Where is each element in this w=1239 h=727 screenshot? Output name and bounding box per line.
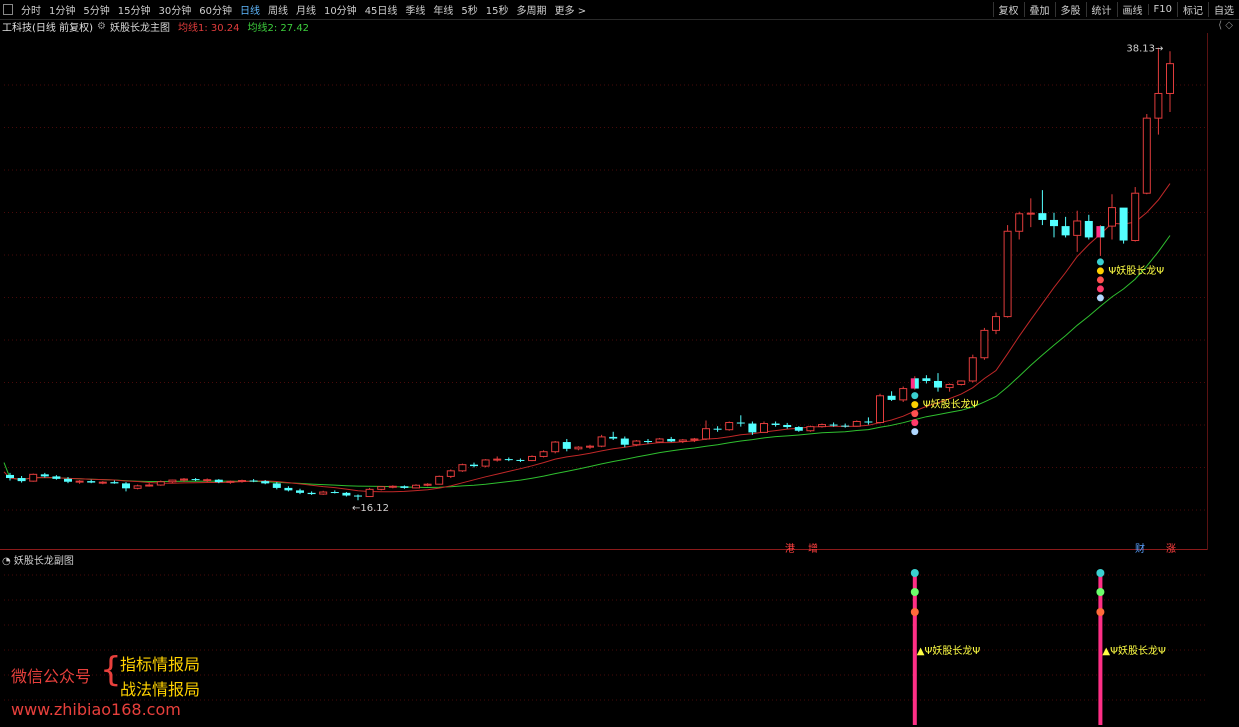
watermark-line1: 指标情报局 (120, 655, 201, 674)
sub-leaf-icon (1096, 588, 1105, 596)
main-chart-frame (4, 33, 1208, 550)
sub-butterfly-icon (1096, 569, 1105, 577)
watermark-line2: 战法情报局 (120, 680, 201, 699)
tag-zhang[interactable]: 涨 (1166, 540, 1176, 555)
watermark-url: www.zhibiao168.com (11, 700, 181, 719)
sub-bow-icon (910, 608, 919, 616)
sub-signal-label-0: ▲Ψ妖股长龙Ψ (917, 644, 981, 657)
watermark-label: 微信公众号 (11, 667, 92, 686)
sub-signal-label-1: ▲Ψ妖股长龙Ψ (1102, 644, 1166, 657)
tag-cai[interactable]: 财 (1135, 540, 1145, 555)
watermark-brace: { (100, 650, 122, 690)
sub-leaf-icon (910, 588, 919, 596)
sub-panel-title[interactable]: ◔ 妖股长龙副图 (2, 552, 74, 567)
sub-bow-icon (1096, 608, 1105, 616)
tag-zeng[interactable]: 增 (808, 540, 818, 555)
sub-butterfly-icon (910, 569, 919, 577)
panel-divider[interactable] (0, 549, 1207, 550)
tag-gang[interactable]: 港 (785, 540, 795, 555)
